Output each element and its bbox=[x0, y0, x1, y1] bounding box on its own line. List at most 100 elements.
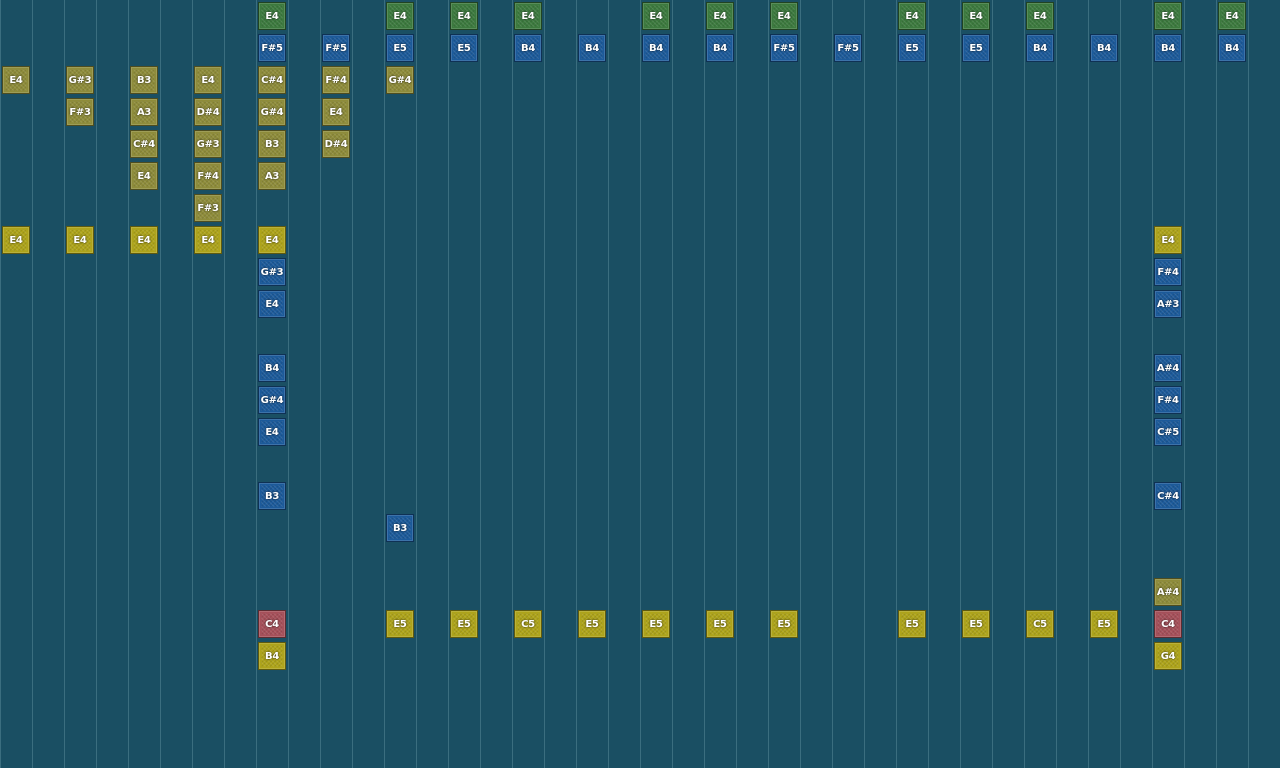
note-block[interactable]: E4 bbox=[66, 226, 94, 254]
note-block[interactable]: E4 bbox=[258, 226, 286, 254]
note-block[interactable]: E4 bbox=[2, 66, 30, 94]
note-block[interactable]: E4 bbox=[258, 418, 286, 446]
note-block[interactable]: E4 bbox=[642, 2, 670, 30]
note-label: F#5 bbox=[837, 42, 859, 54]
note-block[interactable]: E4 bbox=[1154, 226, 1182, 254]
note-block[interactable]: F#5 bbox=[258, 34, 286, 62]
note-block[interactable]: E4 bbox=[1154, 2, 1182, 30]
note-label: C5 bbox=[1033, 618, 1047, 630]
note-block[interactable]: F#4 bbox=[194, 162, 222, 190]
note-block[interactable]: E4 bbox=[514, 2, 542, 30]
note-block[interactable]: G#3 bbox=[194, 130, 222, 158]
note-block[interactable]: B3 bbox=[258, 130, 286, 158]
note-label: B4 bbox=[713, 42, 727, 54]
note-block[interactable]: E4 bbox=[962, 2, 990, 30]
note-block[interactable]: A#4 bbox=[1154, 354, 1182, 382]
note-block[interactable]: B4 bbox=[1218, 34, 1246, 62]
note-label: C5 bbox=[521, 618, 535, 630]
note-block[interactable]: E4 bbox=[386, 2, 414, 30]
note-block[interactable]: A#3 bbox=[1154, 290, 1182, 318]
note-block[interactable]: C#4 bbox=[1154, 482, 1182, 510]
note-block[interactable]: G#3 bbox=[258, 258, 286, 286]
note-block[interactable]: E5 bbox=[386, 34, 414, 62]
note-block[interactable]: A#4 bbox=[1154, 578, 1182, 606]
note-block[interactable]: E4 bbox=[770, 2, 798, 30]
note-block[interactable]: E4 bbox=[2, 226, 30, 254]
note-block[interactable]: E4 bbox=[194, 66, 222, 94]
note-block[interactable]: C#4 bbox=[130, 130, 158, 158]
note-block[interactable]: C4 bbox=[258, 610, 286, 638]
note-label: E5 bbox=[585, 618, 599, 630]
note-block[interactable]: F#5 bbox=[834, 34, 862, 62]
note-block[interactable]: B4 bbox=[258, 354, 286, 382]
note-block[interactable]: D#4 bbox=[322, 130, 350, 158]
note-label: E4 bbox=[713, 10, 727, 22]
note-block[interactable]: E5 bbox=[642, 610, 670, 638]
note-block[interactable]: G#3 bbox=[66, 66, 94, 94]
note-block[interactable]: E4 bbox=[898, 2, 926, 30]
note-block[interactable]: B4 bbox=[642, 34, 670, 62]
note-block[interactable]: D#4 bbox=[194, 98, 222, 126]
note-block[interactable]: E4 bbox=[706, 2, 734, 30]
note-block[interactable]: C#4 bbox=[258, 66, 286, 94]
note-label: G#3 bbox=[68, 74, 92, 86]
note-block[interactable]: E5 bbox=[450, 610, 478, 638]
note-block[interactable]: C5 bbox=[1026, 610, 1054, 638]
note-block[interactable]: F#4 bbox=[1154, 258, 1182, 286]
note-block[interactable]: E5 bbox=[770, 610, 798, 638]
note-block[interactable]: C4 bbox=[1154, 610, 1182, 638]
note-block[interactable]: B4 bbox=[706, 34, 734, 62]
note-label: E4 bbox=[777, 10, 791, 22]
note-block[interactable]: C5 bbox=[514, 610, 542, 638]
note-block[interactable]: E5 bbox=[450, 34, 478, 62]
note-block[interactable]: A3 bbox=[130, 98, 158, 126]
note-block[interactable]: F#4 bbox=[322, 66, 350, 94]
note-block[interactable]: C#5 bbox=[1154, 418, 1182, 446]
note-label: E4 bbox=[1161, 10, 1175, 22]
note-block[interactable]: G#4 bbox=[258, 98, 286, 126]
note-block[interactable]: E4 bbox=[130, 226, 158, 254]
note-block[interactable]: E5 bbox=[962, 610, 990, 638]
note-block[interactable]: E4 bbox=[194, 226, 222, 254]
note-block[interactable]: E4 bbox=[450, 2, 478, 30]
note-block[interactable]: F#3 bbox=[66, 98, 94, 126]
note-block[interactable]: A3 bbox=[258, 162, 286, 190]
note-label: E4 bbox=[905, 10, 919, 22]
note-block[interactable]: E5 bbox=[898, 610, 926, 638]
note-label: E5 bbox=[969, 618, 983, 630]
note-block[interactable]: E5 bbox=[386, 610, 414, 638]
note-label: E4 bbox=[73, 234, 87, 246]
note-block[interactable]: B3 bbox=[130, 66, 158, 94]
note-block[interactable]: B4 bbox=[1090, 34, 1118, 62]
note-block[interactable]: F#5 bbox=[322, 34, 350, 62]
note-block[interactable]: E5 bbox=[578, 610, 606, 638]
note-label: F#4 bbox=[1157, 394, 1179, 406]
note-block[interactable]: B3 bbox=[258, 482, 286, 510]
note-block[interactable]: F#3 bbox=[194, 194, 222, 222]
note-block[interactable]: B3 bbox=[386, 514, 414, 542]
note-label: B4 bbox=[1225, 42, 1239, 54]
note-block[interactable]: E4 bbox=[130, 162, 158, 190]
note-block[interactable]: F#4 bbox=[1154, 386, 1182, 414]
note-grid-board[interactable]: E4 E4 G#3 F#3 E4 B3 A3 C#4 E4 E4 E4 D#4 G#3 F#4 F#3 E4 E… bbox=[0, 0, 1280, 768]
note-block[interactable]: G#4 bbox=[386, 66, 414, 94]
note-block[interactable]: E5 bbox=[706, 610, 734, 638]
note-block[interactable]: B4 bbox=[1154, 34, 1182, 62]
note-block[interactable]: G4 bbox=[1154, 642, 1182, 670]
note-block[interactable]: F#5 bbox=[770, 34, 798, 62]
note-block[interactable]: E5 bbox=[1090, 610, 1118, 638]
note-block[interactable]: G#4 bbox=[258, 386, 286, 414]
note-block[interactable]: E4 bbox=[258, 290, 286, 318]
note-block[interactable]: E4 bbox=[322, 98, 350, 126]
note-block[interactable]: E4 bbox=[1218, 2, 1246, 30]
note-block[interactable]: B4 bbox=[258, 642, 286, 670]
note-block[interactable]: E5 bbox=[898, 34, 926, 62]
note-block[interactable]: B4 bbox=[578, 34, 606, 62]
note-block[interactable]: E4 bbox=[258, 2, 286, 30]
note-label: C#4 bbox=[133, 138, 155, 150]
note-label: E4 bbox=[521, 10, 535, 22]
note-block[interactable]: E5 bbox=[962, 34, 990, 62]
note-block[interactable]: B4 bbox=[1026, 34, 1054, 62]
note-block[interactable]: B4 bbox=[514, 34, 542, 62]
note-block[interactable]: E4 bbox=[1026, 2, 1054, 30]
